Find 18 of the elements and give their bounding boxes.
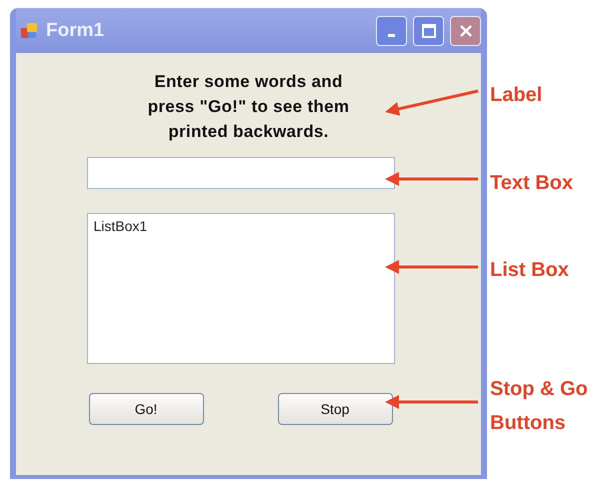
window-title: Form1 <box>46 20 104 42</box>
minimize-icon <box>388 34 395 37</box>
annotation-text: Text Box <box>490 171 573 196</box>
instruction-label: Enter some words and press "Go!" to see them printed backwards. <box>146 71 350 143</box>
close-button[interactable] <box>450 16 481 46</box>
form-button[interactable]: Stop <box>278 393 392 425</box>
form-button[interactable]: Go! <box>88 393 204 425</box>
maximize-button[interactable] <box>413 16 444 46</box>
list-box[interactable]: ListBox1 <box>86 213 394 364</box>
minimize-button[interactable] <box>376 16 407 46</box>
close-icon <box>458 22 474 38</box>
annotation-text: Label <box>490 83 542 108</box>
annotation-text: List Box <box>490 258 569 283</box>
annotation-text: Stop & Go Buttons <box>490 377 588 436</box>
maximize-icon <box>420 22 436 38</box>
app-icon <box>20 22 38 40</box>
text-box[interactable] <box>86 157 394 189</box>
list-item[interactable]: ListBox1 <box>94 218 388 234</box>
